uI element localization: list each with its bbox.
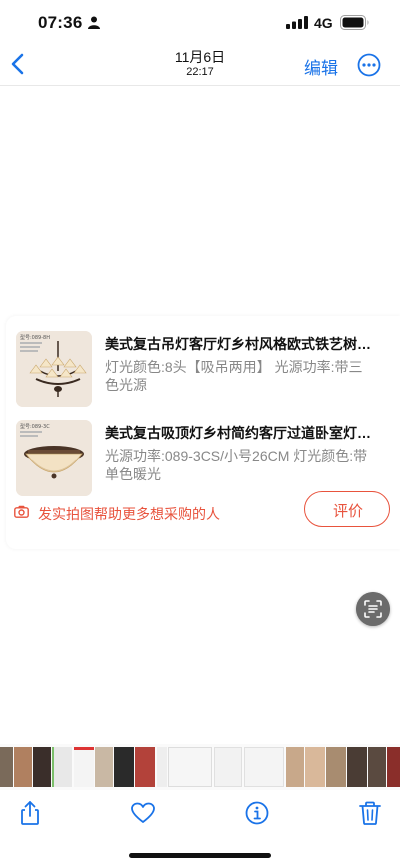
- thumbnail[interactable]: [74, 747, 94, 787]
- svg-text:型号:089-3C: 型号:089-3C: [20, 423, 50, 430]
- thumbnail-strip[interactable]: [0, 744, 400, 790]
- thumbnail[interactable]: [52, 747, 72, 787]
- review-label: 评价: [333, 503, 364, 520]
- thumbnail[interactable]: [286, 747, 304, 787]
- item-spec: 灯光颜色:8头【吸吊两用】 光源功率:带三色光源: [105, 359, 363, 393]
- nav-subtitle: 22:17: [186, 66, 214, 78]
- item-spec: 光源功率:089-3CS/小号26CM 灯光颜色:带单色暖光: [105, 448, 368, 482]
- svg-text:型号:089-8H: 型号:089-8H: [20, 334, 50, 341]
- thumbnail-current[interactable]: [168, 747, 212, 787]
- list-item[interactable]: 型号:089-3C 美式复古吸顶灯乡村简约客厅过道卧室灯… 光源功率:089-3…: [16, 420, 400, 498]
- review-card: 型号:089-8H 美式复古吊灯客厅灯乡村风格欧式铁艺树… 灯光颜色:8头【吸吊…: [6, 316, 400, 549]
- thumbnail[interactable]: [387, 747, 400, 787]
- trash-icon[interactable]: [357, 800, 383, 826]
- thumbnail[interactable]: [0, 747, 13, 787]
- thumbnail[interactable]: [214, 747, 242, 787]
- info-icon[interactable]: [244, 800, 270, 826]
- network-label: 4G: [314, 15, 333, 31]
- item-title: 美式复古吸顶灯乡村简约客厅过道卧室灯…: [105, 425, 371, 441]
- heart-icon[interactable]: [130, 800, 156, 826]
- signal-icon: [286, 16, 308, 29]
- thumbnail[interactable]: [326, 747, 346, 787]
- more-icon[interactable]: [357, 53, 381, 77]
- item-title: 美式复古吊灯客厅灯乡村风格欧式铁艺树…: [105, 336, 371, 352]
- battery-icon: [340, 15, 369, 30]
- nav-title: 11月6日: [174, 49, 226, 65]
- person-icon: [88, 16, 100, 29]
- list-item[interactable]: 型号:089-8H 美式复古吊灯客厅灯乡村风格欧式铁艺树… 灯光颜色:8头【吸吊…: [16, 331, 400, 409]
- thumbnail[interactable]: [14, 747, 32, 787]
- text-scan-icon[interactable]: [356, 592, 390, 626]
- thumbnail[interactable]: [33, 747, 51, 787]
- thumbnail[interactable]: [347, 747, 367, 787]
- thumbnail[interactable]: [157, 747, 167, 787]
- nav-bar: 11月6日 22:17 编辑: [0, 44, 400, 86]
- review-button[interactable]: 评价: [304, 491, 390, 527]
- camera-icon: [14, 505, 29, 518]
- thumbnail[interactable]: [244, 747, 284, 787]
- share-icon[interactable]: [17, 800, 43, 826]
- thumbnail[interactable]: [368, 747, 386, 787]
- status-time: 07:36: [38, 13, 83, 32]
- home-indicator: [129, 853, 271, 858]
- thumbnail[interactable]: [114, 747, 134, 787]
- share-prompt[interactable]: 发实拍图帮助更多想采购的人: [14, 501, 314, 525]
- thumbnail[interactable]: [305, 747, 325, 787]
- status-bar: 07:36 4G: [0, 0, 400, 44]
- photo-viewer[interactable]: 型号:089-8H 美式复古吊灯客厅灯乡村风格欧式铁艺树… 灯光颜色:8头【吸吊…: [0, 87, 400, 743]
- chandelier-image: 型号:089-8H: [16, 331, 92, 407]
- thumbnail[interactable]: [95, 747, 113, 787]
- share-text: 发实拍图帮助更多想采购的人: [38, 506, 220, 522]
- ceiling-lamp-image: 型号:089-3C: [16, 420, 92, 496]
- thumbnail[interactable]: [135, 747, 155, 787]
- edit-button[interactable]: 编辑: [304, 54, 338, 79]
